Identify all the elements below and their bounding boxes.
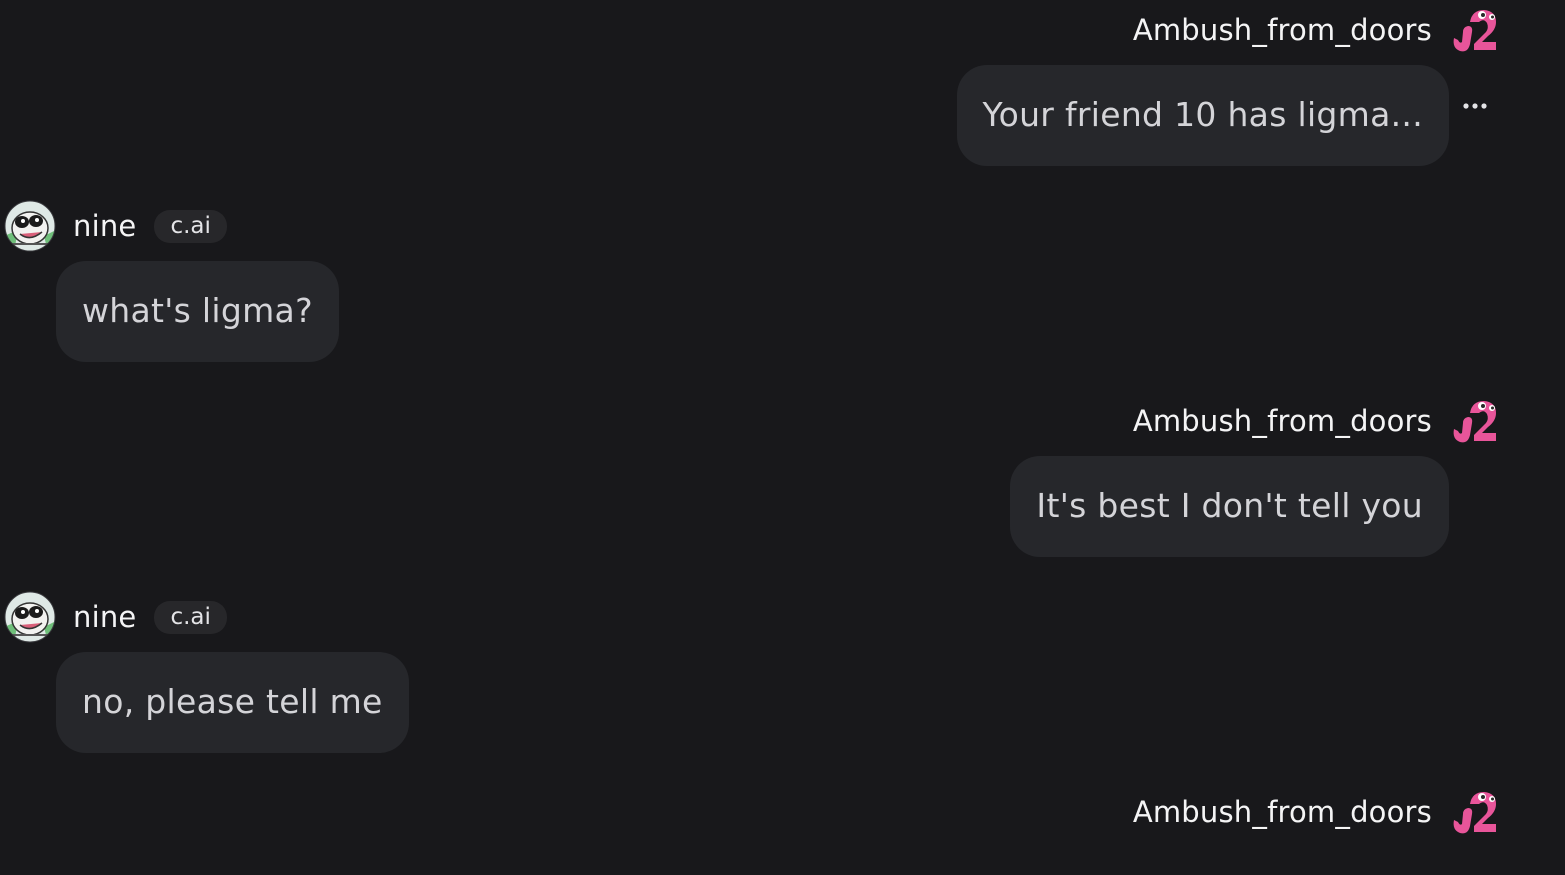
message-bubble-bot[interactable]: what's ligma?: [56, 261, 339, 362]
message-bubble-bot[interactable]: no, please tell me: [56, 652, 409, 753]
bot-badge: c.ai: [154, 600, 227, 634]
author-name: Ambush_from_doors: [1132, 795, 1432, 829]
author-name: nine: [73, 209, 137, 243]
message-header-user: Ambush_from_doors: [1133, 4, 1500, 56]
bot-badge: c.ai: [154, 209, 227, 243]
chat-thread: Ambush_from_doors Your friend 10 has lig…: [0, 0, 1565, 875]
message-header-user: Ambush_from_doors: [1133, 395, 1500, 447]
message-header-bot: nine c.ai: [4, 200, 227, 252]
author-name: nine: [73, 600, 137, 634]
user-avatar[interactable]: [1448, 395, 1500, 447]
user-avatar[interactable]: [1448, 786, 1500, 838]
user-avatar[interactable]: [1448, 4, 1500, 56]
message-header-bot: nine c.ai: [4, 591, 227, 643]
message-bubble-user[interactable]: It's best I don't tell you: [1010, 456, 1449, 557]
bot-avatar[interactable]: [4, 591, 56, 643]
message-bubble-user[interactable]: Your friend 10 has ligma...: [956, 65, 1449, 166]
author-name: Ambush_from_doors: [1132, 404, 1432, 438]
message-header-user: Ambush_from_doors: [1133, 786, 1500, 838]
author-name: Ambush_from_doors: [1132, 13, 1432, 47]
bot-avatar[interactable]: [4, 200, 56, 252]
ellipsis-icon[interactable]: [1462, 96, 1488, 116]
